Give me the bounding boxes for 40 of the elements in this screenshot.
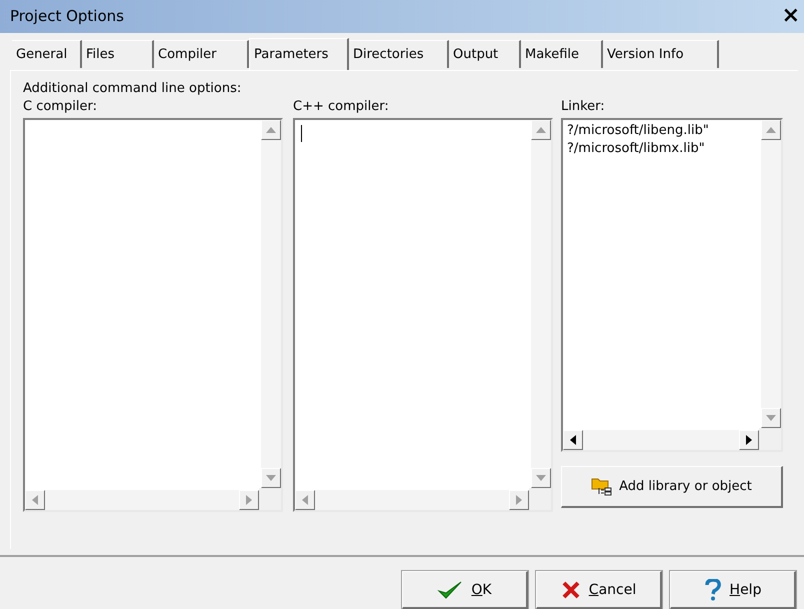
scroll-up-icon[interactable]: [531, 120, 551, 140]
question-mark-icon: [704, 578, 722, 600]
text-line: ?/microsoft/libmx.lib": [567, 140, 706, 158]
scroll-down-icon[interactable]: [761, 408, 781, 428]
tab[interactable]: Compiler: [154, 40, 249, 68]
cancel-button[interactable]: Cancel: [536, 571, 662, 609]
section-heading: Additional command line options:: [23, 80, 242, 96]
scrollbar-corner: [259, 488, 281, 510]
tab[interactable]: Output: [449, 40, 521, 68]
x-icon: [560, 580, 581, 600]
tab[interactable]: Directories: [349, 40, 449, 68]
window-title: Project Options: [10, 7, 124, 26]
scroll-left-icon[interactable]: [563, 430, 583, 450]
scroll-up-icon[interactable]: [761, 120, 781, 140]
field-label: C compiler:: [23, 98, 98, 114]
vertical-scrollbar[interactable]: [261, 120, 281, 488]
text-line: ?/microsoft/libeng.lib": [567, 122, 710, 140]
checkmark-icon: [437, 580, 464, 600]
text-area[interactable]: ?/microsoft/libeng.lib" ?/microsoft/libmx.lib": [561, 118, 783, 452]
tab[interactable]: Version Info: [603, 40, 719, 68]
field-label: Linker:: [561, 98, 606, 114]
ok-button[interactable]: OK: [402, 571, 528, 609]
scroll-down-icon[interactable]: [261, 468, 281, 488]
scrollbar-corner: [529, 488, 551, 510]
vertical-scrollbar[interactable]: [761, 120, 781, 428]
horizontal-scrollbar[interactable]: [563, 430, 759, 450]
scroll-up-icon[interactable]: [261, 120, 281, 140]
tab[interactable]: Files: [82, 40, 154, 68]
help-button[interactable]: Help: [670, 571, 796, 609]
tab[interactable]: General: [12, 40, 82, 68]
scrollbar-corner: [759, 428, 781, 450]
tab[interactable]: Makefile: [521, 40, 603, 68]
tab[interactable]: Parameters: [249, 38, 349, 70]
vertical-scrollbar[interactable]: [531, 120, 551, 488]
scroll-down-icon[interactable]: [531, 468, 551, 488]
field-label: C++ compiler:: [293, 98, 390, 114]
folder-icon: [591, 476, 614, 496]
scroll-right-icon[interactable]: [739, 430, 759, 450]
add-library-button[interactable]: Add library or object: [561, 466, 783, 508]
close-button[interactable]: ×: [778, 5, 804, 28]
